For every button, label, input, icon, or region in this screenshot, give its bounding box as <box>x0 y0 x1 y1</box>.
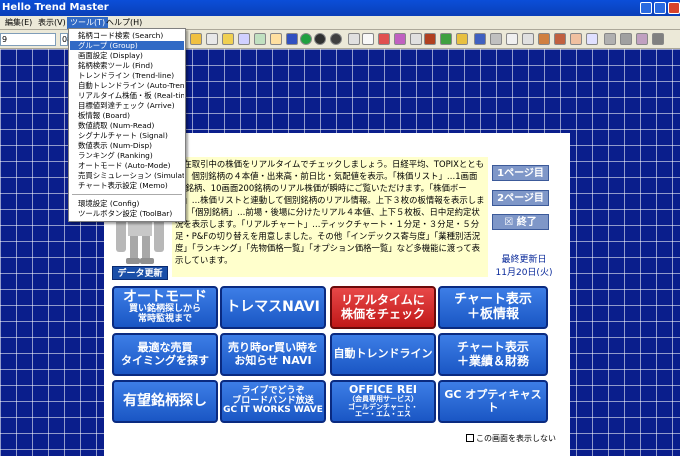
search-icon[interactable] <box>474 33 486 45</box>
menu-item-group[interactable]: グループ (Group) <box>70 41 184 50</box>
minimize-button[interactable] <box>640 2 652 14</box>
doc-icon[interactable] <box>348 33 360 45</box>
close-button[interactable] <box>668 2 680 14</box>
auto-trend-button[interactable]: 自動トレンドライン <box>330 333 436 376</box>
promising-stocks-button[interactable]: 有望銘柄探し <box>112 380 218 423</box>
person-icon[interactable] <box>538 33 550 45</box>
chart-finance-button[interactable]: チャート表示 ＋業績＆財務 <box>438 333 548 376</box>
data-update-button[interactable]: データ更新 <box>112 266 168 280</box>
trend-icon[interactable] <box>440 33 452 45</box>
folder-icon[interactable] <box>190 33 202 45</box>
user-icon[interactable] <box>554 33 566 45</box>
settings-icon[interactable] <box>604 33 616 45</box>
menu-item-num-disp[interactable]: 数値表示 (Num-Disp) <box>70 141 184 150</box>
clock-icon[interactable] <box>314 33 326 45</box>
description-text: 現在取引中の株価をリアルタイムでチェックしましょう。日経平均、TOPIXとともに… <box>172 157 488 277</box>
page2-button[interactable]: 2ページ目 <box>492 190 549 206</box>
menu-item-arrive[interactable]: 目標値到達チェック (Arrive) <box>70 101 184 110</box>
menu-item-config[interactable]: 環境設定 (Config) <box>70 199 184 208</box>
code-combo[interactable]: 08 <box>60 33 72 46</box>
exit-icon[interactable] <box>652 33 664 45</box>
navi-notify-button[interactable]: 売り時or買い時を お知らせ NAVI <box>220 333 326 376</box>
menu-item-ranking[interactable]: ランキング (Ranking) <box>70 151 184 160</box>
menu-edit[interactable]: 編集(E) <box>2 17 35 29</box>
menu-item-trend-line[interactable]: トレンドライン (Trend-line) <box>70 71 184 80</box>
gc-it-wave-button[interactable]: ライブでどうぞ ブロードバンド放送 GC IT WORKS WAVE <box>220 380 326 423</box>
window-title: Hello Trend Master <box>2 2 109 13</box>
note-icon[interactable] <box>506 33 518 45</box>
window-icon[interactable] <box>636 33 648 45</box>
maximize-button[interactable] <box>654 2 666 14</box>
no-show-checkbox[interactable] <box>466 434 474 442</box>
page-icon[interactable] <box>362 33 374 45</box>
page1-button[interactable]: 1ページ目 <box>492 165 549 181</box>
info-icon[interactable] <box>586 33 598 45</box>
tools-dropdown-menu: 銘柄コード検索 (Search) グループ (Group) 画面設定 (Disp… <box>68 28 186 222</box>
tool-icon[interactable] <box>424 33 436 45</box>
calc-icon[interactable] <box>410 33 422 45</box>
chip-icon[interactable] <box>620 33 632 45</box>
no-show-option[interactable]: この画面を表示しない <box>466 432 570 444</box>
gauge-icon[interactable] <box>330 33 342 45</box>
bars-icon[interactable] <box>270 33 282 45</box>
gc-opticast-button[interactable]: GC オプティキャスト <box>438 380 548 423</box>
menu-item-real-time[interactable]: リアルタイム株価・板 (Real-time) <box>70 91 184 100</box>
menu-item-num-read[interactable]: 数値読取 (Num-Read) <box>70 121 184 130</box>
market-combo[interactable]: 9 <box>0 33 56 46</box>
list-icon[interactable] <box>254 33 266 45</box>
menu-item-toolbar[interactable]: ツールボタン設定 (ToolBar) <box>70 209 184 218</box>
no-show-label: この画面を表示しない <box>476 433 556 443</box>
table-icon[interactable] <box>206 33 218 45</box>
app-window: Hello Trend Master 編集(E) 表示(V) ツール(T) ヘル… <box>0 0 680 456</box>
chart-icon[interactable] <box>222 33 234 45</box>
title-bar: Hello Trend Master <box>0 0 680 16</box>
heat-icon[interactable] <box>394 33 406 45</box>
menu-item-simulation[interactable]: 売買シミュレーション (Simulation) <box>70 171 184 180</box>
realtime-check-button[interactable]: リアルタイムに 株価をチェック <box>330 286 436 329</box>
chart-board-button[interactable]: チャート表示 ＋板情報 <box>438 286 548 329</box>
green-circle-icon[interactable] <box>300 33 312 45</box>
auto-mode-button[interactable]: オートモード 買い銘柄探しから 常時監視まで <box>112 286 218 329</box>
menu-item-display[interactable]: 画面設定 (Display) <box>70 51 184 60</box>
menu-item-find[interactable]: 銘柄検索ツール (Find) <box>70 61 184 70</box>
red-icon[interactable] <box>378 33 390 45</box>
grid-icon[interactable] <box>238 33 250 45</box>
timing-button[interactable]: 最適な売買 タイミングを探す <box>112 333 218 376</box>
pen-icon[interactable] <box>456 33 468 45</box>
menu-item-auto-trend[interactable]: 自動トレンドライン (Auto-Trend) <box>70 81 184 90</box>
page2-icon[interactable] <box>522 33 534 45</box>
menu-item-signal[interactable]: シグナルチャート (Signal) <box>70 131 184 140</box>
office-rei-button[interactable]: OFFICE REI （会員専用サービス） ゴールデンチャート・ エー・エム・エ… <box>330 380 436 423</box>
exit-button[interactable]: ☒ 終了 <box>492 214 549 230</box>
menu-item-search[interactable]: 銘柄コード検索 (Search) <box>70 31 184 40</box>
menu-view[interactable]: 表示(V) <box>35 17 69 29</box>
blue-icon[interactable] <box>286 33 298 45</box>
menu-item-auto-mode[interactable]: オートモード (Auto-Mode) <box>70 161 184 170</box>
last-update-label: 最終更新日 <box>501 255 547 265</box>
help-icon[interactable] <box>570 33 582 45</box>
sort-icon[interactable] <box>490 33 502 45</box>
last-update-date: 11月20日(火) <box>495 268 553 278</box>
menu-item-board[interactable]: 板情報 (Board) <box>70 111 184 120</box>
menu-separator <box>72 194 182 195</box>
menu-item-memo[interactable]: チャート表示設定 (Memo) <box>70 181 184 190</box>
tremas-navi-button[interactable]: トレマスNAVI <box>220 286 326 329</box>
